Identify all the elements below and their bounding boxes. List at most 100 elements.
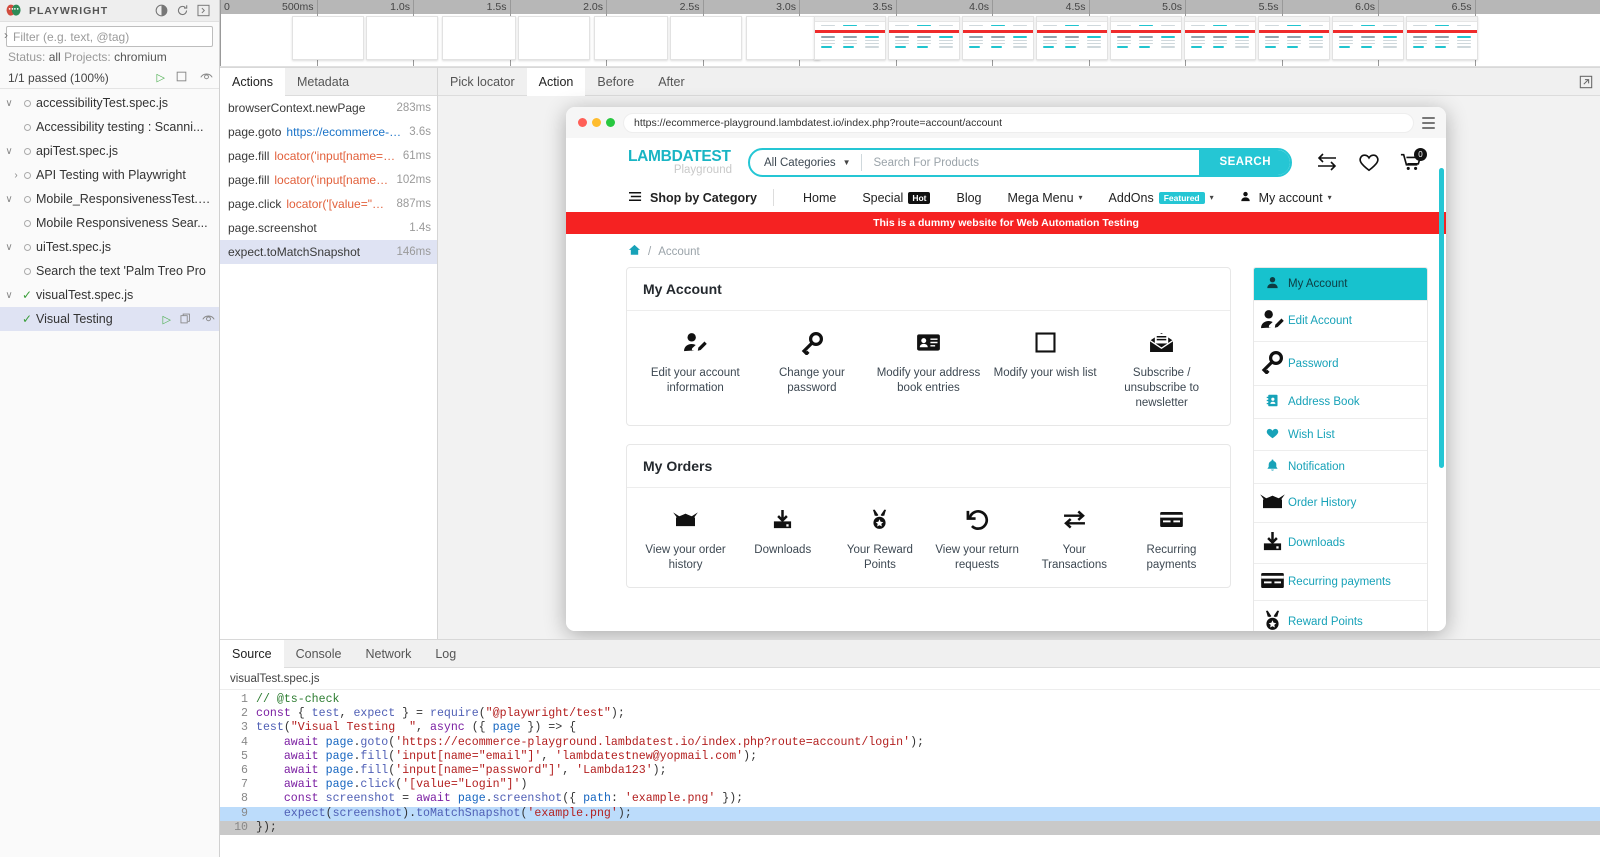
timeline-filmstrip-frame[interactable] bbox=[1406, 16, 1478, 60]
product-search-input[interactable]: Search For Products bbox=[862, 157, 1200, 169]
timeline-filmstrip-frame[interactable] bbox=[962, 16, 1034, 60]
action-row[interactable]: page.goto https://ecommerce-pl... 3.6s bbox=[220, 120, 437, 144]
trace-timeline[interactable]: 0 500ms 1.0s 1.5s 2.0s 2.5s 3.0s 3.5s 4.0s 4.5s 5.… bbox=[220, 0, 1600, 68]
nav-item-addons[interactable]: AddOns Featured ▾ bbox=[1096, 191, 1227, 205]
timeline-filmstrip-frame[interactable] bbox=[814, 16, 886, 60]
category-select[interactable]: All Categories ▼ bbox=[750, 157, 861, 169]
collapse-panel-icon[interactable] bbox=[197, 4, 210, 17]
side-menu-item-wish-list[interactable]: Wish List bbox=[1254, 419, 1427, 451]
watch-eye-icon[interactable] bbox=[202, 313, 215, 326]
test-tree-item[interactable]: ∨ ✓ visualTest.spec.js bbox=[0, 283, 219, 307]
action-row[interactable]: page.click locator('[value="Lo... 887ms bbox=[220, 192, 437, 216]
nav-item-home[interactable]: Home bbox=[790, 191, 849, 205]
reload-icon[interactable] bbox=[176, 4, 189, 17]
twisty-down[interactable]: ∨ bbox=[0, 242, 18, 253]
side-menu-item-edit-account[interactable]: Edit Account bbox=[1254, 301, 1427, 342]
action-row[interactable]: page.fill locator('input[name="... 61ms bbox=[220, 144, 437, 168]
tab-before[interactable]: Before bbox=[585, 68, 646, 96]
timeline-filmstrip-frame[interactable] bbox=[1110, 16, 1182, 60]
account-tile[interactable]: Modify your wish list bbox=[987, 329, 1104, 411]
twisty-right[interactable]: › bbox=[0, 170, 18, 181]
nav-item-mega-menu[interactable]: Mega Menu ▾ bbox=[995, 191, 1096, 205]
search-input[interactable]: Filter (e.g. text, @tag) bbox=[6, 26, 213, 47]
tab-console[interactable]: Console bbox=[284, 640, 354, 668]
hamburger-menu-icon[interactable] bbox=[1422, 116, 1438, 129]
account-tile[interactable]: Your Reward Points bbox=[831, 506, 928, 573]
account-tile[interactable]: Recurring payments bbox=[1123, 506, 1220, 573]
tab-action[interactable]: Action bbox=[526, 67, 586, 96]
timeline-filmstrip-frame[interactable] bbox=[746, 16, 820, 60]
watch-eye-icon[interactable] bbox=[200, 71, 213, 84]
timeline-filmstrip-frame[interactable] bbox=[594, 16, 668, 60]
home-icon[interactable] bbox=[628, 244, 641, 259]
nav-item-my-account[interactable]: My account ▾ bbox=[1227, 191, 1345, 205]
action-row[interactable]: page.fill locator('input[name=... 102ms bbox=[220, 168, 437, 192]
side-menu-item-notification[interactable]: Notification bbox=[1254, 451, 1427, 484]
action-row[interactable]: expect.toMatchSnapshot 146ms bbox=[220, 240, 437, 264]
test-tree-item[interactable]: ∨ uiTest.spec.js bbox=[0, 235, 219, 259]
projects-value[interactable]: chromium bbox=[114, 50, 167, 64]
tab-pick-locator[interactable]: Pick locator bbox=[438, 68, 527, 96]
maximize-window-dot[interactable] bbox=[606, 118, 615, 127]
twisty-down[interactable]: ∨ bbox=[0, 98, 18, 109]
search-button[interactable]: SEARCH bbox=[1199, 150, 1290, 175]
nav-item-blog[interactable]: Blog bbox=[943, 191, 994, 205]
twisty-down[interactable]: ∨ bbox=[0, 290, 18, 301]
action-row[interactable]: browserContext.newPage 283ms bbox=[220, 96, 437, 120]
side-menu-item-address-book[interactable]: Address Book bbox=[1254, 386, 1427, 419]
account-tile[interactable]: Subscribe / unsubscribe to newsletter bbox=[1103, 329, 1220, 411]
test-tree-item[interactable]: ✓ Visual Testing ▷ bbox=[0, 307, 219, 331]
test-tree-item[interactable]: ∨ apiTest.spec.js bbox=[0, 139, 219, 163]
timeline-filmstrip-frame[interactable] bbox=[518, 16, 590, 60]
test-tree-item[interactable]: › API Testing with Playwright bbox=[0, 163, 219, 187]
tab-metadata[interactable]: Metadata bbox=[285, 68, 361, 96]
timeline-filmstrip-frame[interactable] bbox=[366, 16, 438, 60]
account-tile[interactable]: Downloads bbox=[734, 506, 831, 573]
timeline-filmstrip-frame[interactable] bbox=[1258, 16, 1330, 60]
account-tile[interactable]: Edit your account information bbox=[637, 329, 754, 411]
shop-by-category-button[interactable]: Shop by Category bbox=[628, 190, 757, 206]
timeline-filmstrip-frame[interactable] bbox=[670, 16, 742, 60]
action-row[interactable]: page.screenshot 1.4s bbox=[220, 216, 437, 240]
status-value[interactable]: all bbox=[49, 50, 61, 64]
url-bar[interactable]: https://ecommerce-playground.lambdatest.… bbox=[623, 112, 1414, 133]
tab-actions[interactable]: Actions bbox=[220, 68, 285, 96]
site-logo[interactable]: LAMBDATEST Playground bbox=[628, 149, 732, 176]
test-tree-item[interactable]: ∨ Mobile_ResponsivenessTest.sp... bbox=[0, 187, 219, 211]
stop-icon[interactable] bbox=[176, 71, 189, 84]
tab-after[interactable]: After bbox=[646, 68, 696, 96]
twisty-down[interactable]: ∨ bbox=[0, 146, 18, 157]
account-tile[interactable]: Modify your address book entries bbox=[870, 329, 987, 411]
timeline-filmstrip-frame[interactable] bbox=[1184, 16, 1256, 60]
shopping-cart-icon[interactable]: 0 bbox=[1398, 147, 1427, 175]
open-external-icon[interactable] bbox=[1572, 68, 1600, 96]
timeline-filmstrip-frame[interactable] bbox=[292, 16, 364, 60]
minimize-window-dot[interactable] bbox=[592, 118, 601, 127]
account-tile[interactable]: View your order history bbox=[637, 506, 734, 573]
twisty-down[interactable]: ∨ bbox=[0, 194, 18, 205]
compare-icon[interactable] bbox=[1314, 151, 1340, 175]
test-tree-item[interactable]: ∨ accessibilityTest.spec.js bbox=[0, 91, 219, 115]
timeline-filmstrip-frame[interactable] bbox=[1036, 16, 1108, 60]
side-menu-item-downloads[interactable]: Downloads bbox=[1254, 523, 1427, 564]
copy-icon[interactable] bbox=[180, 313, 193, 326]
wishlist-heart-icon[interactable] bbox=[1356, 151, 1382, 175]
timeline-filmstrip-frame[interactable] bbox=[442, 16, 516, 60]
side-menu-item-order-history[interactable]: Order History bbox=[1254, 484, 1427, 523]
timeline-filmstrip-frame[interactable] bbox=[1332, 16, 1404, 60]
tab-network[interactable]: Network bbox=[353, 640, 423, 668]
side-menu-item-password[interactable]: Password bbox=[1254, 342, 1427, 386]
side-menu-item-reward-points[interactable]: Reward Points bbox=[1254, 601, 1427, 631]
account-tile[interactable]: Change your password bbox=[754, 329, 871, 411]
test-tree-item[interactable]: Search the text 'Palm Treo Pro bbox=[0, 259, 219, 283]
page-scrollbar[interactable] bbox=[1439, 168, 1444, 468]
chevron-right-icon[interactable]: › bbox=[0, 28, 14, 42]
account-tile[interactable]: View your return requests bbox=[929, 506, 1026, 573]
timeline-filmstrip-frame[interactable] bbox=[888, 16, 960, 60]
nav-item-special[interactable]: Special Hot bbox=[849, 191, 943, 205]
test-tree-item[interactable]: Mobile Responsiveness Sear... bbox=[0, 211, 219, 235]
contrast-icon[interactable] bbox=[155, 4, 168, 17]
close-window-dot[interactable] bbox=[578, 118, 587, 127]
side-menu-item-recurring-payments[interactable]: Recurring payments bbox=[1254, 564, 1427, 601]
account-tile[interactable]: Your Transactions bbox=[1026, 506, 1123, 573]
